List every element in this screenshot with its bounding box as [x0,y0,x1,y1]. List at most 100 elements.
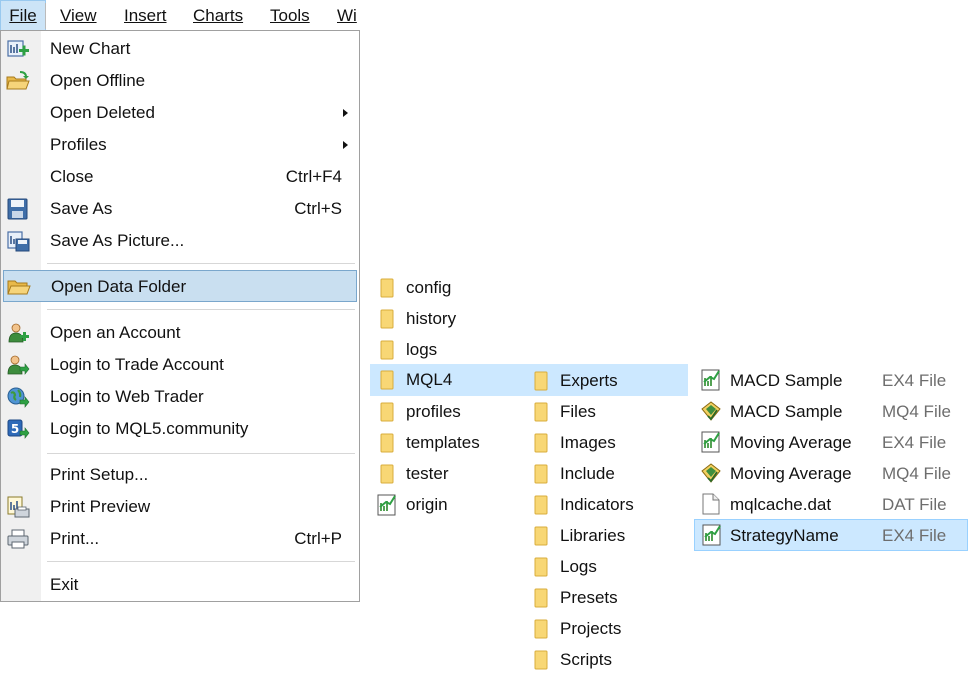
menu-separator [47,561,355,562]
list-item[interactable]: Moving Average EX4 File [694,427,968,458]
ex4-file-icon [377,494,396,516]
menu-window[interactable]: Wi [337,0,362,31]
new-chart-icon [7,40,29,57]
folder-icon [534,464,548,484]
menu-item-open-data-folder[interactable]: Open Data Folder [3,270,357,302]
submenu-arrow-icon [343,141,348,149]
list-item[interactable]: logs [370,334,530,365]
menu-item-login-web-trader[interactable]: Login to Web Trader [1,381,359,413]
folder-icon [534,371,548,391]
menu-tools[interactable]: Tools [270,0,310,31]
list-item[interactable]: Files [524,396,684,427]
menu-item-profiles[interactable]: Profiles [1,129,359,161]
menu-item-save-as-picture[interactable]: Save As Picture... [1,225,359,257]
menu-item-new-chart[interactable]: New Chart [1,33,359,65]
menu-item-label: Open Offline [50,71,146,90]
menu-shortcut: Ctrl+F4 [285,167,342,186]
menu-item-label: Print Preview [50,497,151,516]
folder-name: Files [560,402,596,421]
file-name: Moving Average [730,464,852,483]
folder-name: templates [406,433,480,452]
save-icon [7,198,28,220]
menu-charts[interactable]: Charts [193,0,243,31]
mq4-file-icon [701,463,721,483]
folder-name: Scripts [560,650,612,669]
folder-icon [380,402,394,422]
globe-icon [7,387,30,408]
menu-insert[interactable]: Insert [124,0,167,31]
menu-item-label: Open Data Folder [51,277,187,296]
list-item[interactable]: Scripts [524,644,684,675]
menu-item-open-account[interactable]: Open an Account [1,317,359,349]
printer-icon [7,529,29,549]
list-item-selected[interactable]: StrategyName EX4 File [694,519,968,551]
menu-separator [47,453,355,454]
menu-bar: File View Insert Charts Tools Wi [0,0,362,31]
list-item[interactable]: tester [370,458,530,489]
save-picture-icon [7,231,30,252]
menu-shortcut: Ctrl+S [294,199,342,218]
folder-name: config [406,278,452,297]
menu-file[interactable]: File [0,0,46,31]
list-item[interactable]: profiles [370,396,530,427]
file-name: mqlcache.dat [730,495,832,514]
submenu-arrow-icon [343,109,348,117]
menu-item-save-as[interactable]: Save As Ctrl+S [1,193,359,225]
ex4-file-icon [701,369,720,391]
menu-item-close[interactable]: Close Ctrl+F4 [1,161,359,193]
list-item[interactable]: Libraries [524,520,684,551]
list-item[interactable]: Include [524,458,684,489]
folder-icon [380,340,394,360]
folder-name: history [406,309,457,328]
file-name: Moving Average [730,433,852,452]
mq4-file-icon [701,401,721,421]
menu-item-open-offline[interactable]: Open Offline [1,65,359,97]
folder-icon [534,433,548,453]
folder-name: Libraries [560,526,626,545]
ex4-file-icon [702,524,721,546]
menu-item-exit[interactable]: Exit [1,569,359,601]
list-item[interactable]: Projects [524,613,684,644]
list-item[interactable]: templates [370,427,530,458]
list-item[interactable]: Indicators [524,489,684,520]
list-item[interactable]: origin [370,489,530,520]
svg-text:5: 5 [11,422,19,436]
folder-name: Experts [560,371,618,390]
file-type: DAT File [882,495,947,514]
menu-divider [45,3,46,29]
folder-open-icon [7,280,31,295]
list-item[interactable]: Presets [524,582,684,613]
list-item[interactable]: history [370,303,530,334]
print-preview-icon [7,496,30,518]
file-menu: New Chart Open Offline Open Deleted Prof… [0,30,360,602]
folder-icon [534,557,548,577]
list-item[interactable]: mqlcache.dat DAT File [694,489,968,520]
menu-item-login-trade-account[interactable]: Login to Trade Account [1,349,359,381]
folder-icon [380,309,394,329]
file-name: MACD Sample [730,402,843,421]
folder-name: MQL4 [406,370,453,389]
menu-item-label: Save As [50,199,113,218]
list-item[interactable]: MACD Sample MQ4 File [694,396,968,427]
list-item[interactable]: MACD Sample EX4 File [694,365,968,396]
list-item-selected[interactable]: Experts [524,365,688,396]
list-item[interactable]: Logs [524,551,684,582]
menu-item-print-setup[interactable]: Print Setup... [1,459,359,491]
ex4-file-icon [701,431,720,453]
list-item[interactable]: Moving Average MQ4 File [694,458,968,489]
menu-item-print[interactable]: Print... Ctrl+P [1,523,359,555]
folder-name: Indicators [560,495,634,514]
menu-item-label: Login to Trade Account [50,355,224,374]
menu-item-label: Print... [50,529,100,548]
folder-icon [534,619,548,639]
menu-item-open-deleted[interactable]: Open Deleted [1,97,359,129]
folder-icon [534,495,548,515]
file-type: EX4 File [882,433,947,452]
menu-view[interactable]: View [60,0,97,31]
menu-item-print-preview[interactable]: Print Preview [1,491,359,523]
menu-item-login-mql5[interactable]: 5 Login to MQL5.community [1,413,359,445]
folder-name: Projects [560,619,622,638]
file-type: EX4 File [882,371,947,390]
list-item[interactable]: config [370,272,530,303]
list-item[interactable]: Images [524,427,684,458]
